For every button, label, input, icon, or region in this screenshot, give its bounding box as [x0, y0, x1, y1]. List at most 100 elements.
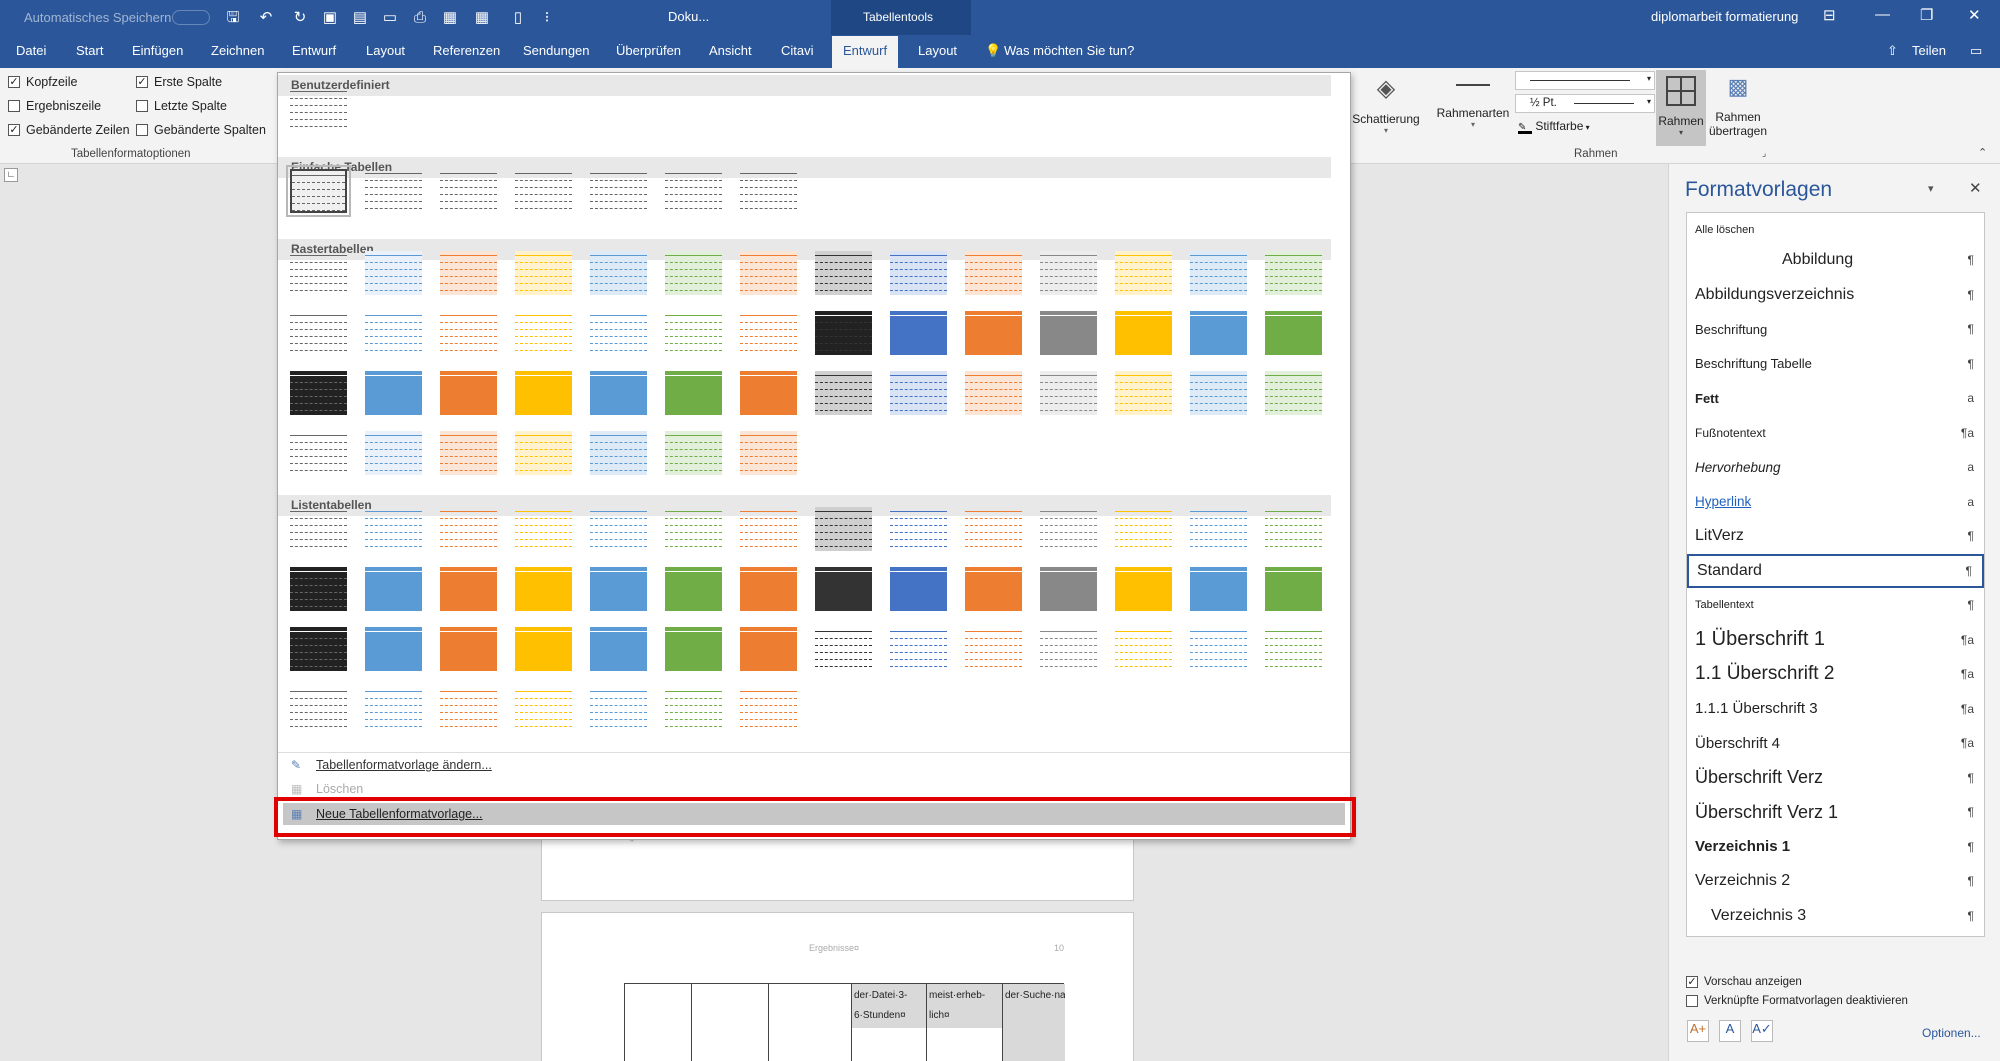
table-style-thumbnail[interactable] — [515, 169, 572, 213]
table-style-thumbnail[interactable] — [1190, 627, 1247, 671]
table-style-thumbnail[interactable] — [1040, 627, 1097, 671]
table-style-thumbnail[interactable] — [1265, 371, 1322, 415]
tab-zeichnen[interactable]: Zeichnen — [211, 43, 264, 58]
style-item-überschrift-verz[interactable]: Überschrift Verz ¶ — [1687, 761, 1984, 795]
pen-weight-dropdown[interactable]: ½ Pt. ▾ — [1515, 94, 1655, 113]
table-style-thumbnail[interactable] — [1190, 371, 1247, 415]
table-style-thumbnail[interactable] — [815, 627, 872, 671]
table-style-thumbnail[interactable] — [740, 567, 797, 611]
table-style-thumbnail[interactable] — [1265, 507, 1322, 551]
shading-button[interactable]: ◈ Schattierung ▾ — [1350, 70, 1422, 146]
table-style-thumbnail[interactable] — [515, 371, 572, 415]
table-style-thumbnail[interactable] — [290, 687, 347, 731]
table-style-thumbnail[interactable] — [665, 311, 722, 355]
style-item-verzeichnis-2[interactable]: Verzeichnis 2 ¶ — [1687, 864, 1984, 898]
table-style-thumbnail[interactable] — [286, 165, 351, 217]
document-page-2[interactable]: Ergebnisse¤ 10 der·Datei·3-6·Stunden¤ me… — [541, 912, 1134, 1061]
table-style-thumbnail[interactable] — [440, 251, 497, 295]
tab-layout-doc[interactable]: Layout — [366, 43, 405, 58]
table-style-thumbnail[interactable] — [590, 251, 647, 295]
table-style-thumbnail[interactable] — [365, 567, 422, 611]
table-style-thumbnail[interactable] — [1115, 507, 1172, 551]
table-style-thumbnail[interactable] — [890, 371, 947, 415]
preview-checkbox[interactable]: ✓ Vorschau anzeigen — [1686, 976, 1802, 988]
tab-start[interactable]: Start — [76, 43, 103, 58]
table-style-thumbnail[interactable] — [815, 251, 872, 295]
table-style-thumbnail[interactable] — [365, 687, 422, 731]
table-style-thumbnail[interactable] — [290, 87, 347, 131]
table-style-thumbnail[interactable] — [1040, 311, 1097, 355]
table-style-thumbnail[interactable] — [440, 687, 497, 731]
ribbon-display-icon[interactable]: ⊟ — [1823, 6, 1836, 24]
manage-styles-icon[interactable]: A✓ — [1751, 1020, 1773, 1042]
table-style-thumbnail[interactable] — [815, 311, 872, 355]
style-item-fußnotentext[interactable]: Fußnotentext ¶a — [1687, 416, 1984, 450]
table-style-thumbnail[interactable] — [440, 431, 497, 475]
table-cell[interactable]: der·Suche·nach·den·richtigen·Befehlen·..… — [1002, 984, 1065, 1061]
comments-icon[interactable]: ▭ — [1970, 43, 1982, 59]
table-cell[interactable]: der·Datei·3-6·Stunden¤ — [851, 984, 926, 1028]
style-item-litverz[interactable]: LitVerz ¶ — [1687, 519, 1984, 553]
table-style-thumbnail[interactable] — [590, 687, 647, 731]
table-style-thumbnail[interactable] — [590, 311, 647, 355]
table-style-thumbnail[interactable] — [365, 431, 422, 475]
table-style-thumbnail[interactable] — [665, 251, 722, 295]
table-style-thumbnail[interactable] — [1190, 567, 1247, 611]
style-item-fett[interactable]: Fett a — [1687, 381, 1984, 415]
tab-referenzen[interactable]: Referenzen — [433, 43, 500, 58]
table-style-thumbnail[interactable] — [965, 251, 1022, 295]
table-style-thumbnail[interactable] — [1040, 507, 1097, 551]
table-style-thumbnail[interactable] — [740, 371, 797, 415]
tab-ueberpruefen[interactable]: Überprüfen — [616, 43, 681, 58]
table-style-thumbnail[interactable] — [665, 169, 722, 213]
table-style-thumbnail[interactable] — [590, 431, 647, 475]
tab-entwurf-doc[interactable]: Entwurf — [292, 43, 336, 58]
pane-options-icon[interactable]: ▾ — [1928, 182, 1934, 195]
style-item-standard[interactable]: Standard ¶ — [1687, 553, 1984, 588]
tab-selector-icon[interactable]: ∟ — [4, 168, 18, 182]
print-preview-icon[interactable]: ▤ — [350, 8, 370, 28]
option-gebaenderte-spalten[interactable]: Gebänderte Spalten — [136, 123, 266, 137]
document-table[interactable]: der·Datei·3-6·Stunden¤ meist·erheb-lich¤… — [624, 983, 1065, 1061]
dialog-launcher-icon[interactable]: ⌟ — [1762, 148, 1766, 159]
pen-color-button[interactable]: ✎ Stiftfarbe ▾ — [1518, 119, 1590, 134]
restore-icon[interactable]: ❐ — [1920, 6, 1933, 24]
line-style-dropdown[interactable]: ▾ — [1515, 71, 1655, 90]
collapse-ribbon-icon[interactable]: ⌃ — [1978, 146, 1987, 159]
tab-datei[interactable]: Datei — [16, 43, 46, 58]
share-icon[interactable]: ⇧ — [1887, 43, 1898, 59]
modify-table-style-item[interactable]: ✎ Tabellenformatvorlage ändern... — [283, 754, 1345, 776]
table-style-thumbnail[interactable] — [290, 567, 347, 611]
tell-me-input[interactable]: Was möchten Sie tun? — [1004, 43, 1134, 58]
table-style-thumbnail[interactable] — [890, 311, 947, 355]
style-item-verzeichnis-3[interactable]: Verzeichnis 3 ¶ — [1687, 899, 1984, 933]
clear-all-item[interactable]: Alle löschen — [1687, 219, 1984, 241]
table-style-thumbnail[interactable] — [1040, 567, 1097, 611]
linked-styles-checkbox[interactable]: Verknüpfte Formatvorlagen deaktivieren — [1686, 995, 1908, 1007]
minimize-icon[interactable]: — — [1875, 6, 1890, 23]
new-style-icon[interactable]: A+ — [1687, 1020, 1709, 1042]
table-style-thumbnail[interactable] — [1115, 627, 1172, 671]
table-style-thumbnail[interactable] — [290, 627, 347, 671]
share-button[interactable]: Teilen — [1912, 43, 1946, 58]
style-inspector-icon[interactable]: A — [1719, 1020, 1741, 1042]
table-style-thumbnail[interactable] — [890, 567, 947, 611]
option-erste-spalte[interactable]: ✓ Erste Spalte — [136, 75, 222, 89]
table-style-thumbnail[interactable] — [515, 567, 572, 611]
style-item-überschrift-4[interactable]: Überschrift 4 ¶a — [1687, 726, 1984, 760]
table-style-thumbnail[interactable] — [815, 567, 872, 611]
table-style-thumbnail[interactable] — [965, 567, 1022, 611]
table-style-thumbnail[interactable] — [1265, 627, 1322, 671]
tab-ansicht[interactable]: Ansicht — [709, 43, 752, 58]
table-style-thumbnail[interactable] — [665, 371, 722, 415]
table-style-thumbnail[interactable] — [1265, 311, 1322, 355]
table-style-thumbnail[interactable] — [365, 251, 422, 295]
tell-me-icon[interactable]: 💡 — [985, 43, 1001, 59]
redo-icon[interactable]: ↻ — [290, 8, 310, 28]
table-cell[interactable]: meist·erheb-lich¤ — [926, 984, 1002, 1028]
table-style-thumbnail[interactable] — [290, 371, 347, 415]
table-style-thumbnail[interactable] — [965, 507, 1022, 551]
table-style-thumbnail[interactable] — [590, 567, 647, 611]
tab-citavi[interactable]: Citavi — [781, 43, 814, 58]
table-style-thumbnail[interactable] — [290, 311, 347, 355]
